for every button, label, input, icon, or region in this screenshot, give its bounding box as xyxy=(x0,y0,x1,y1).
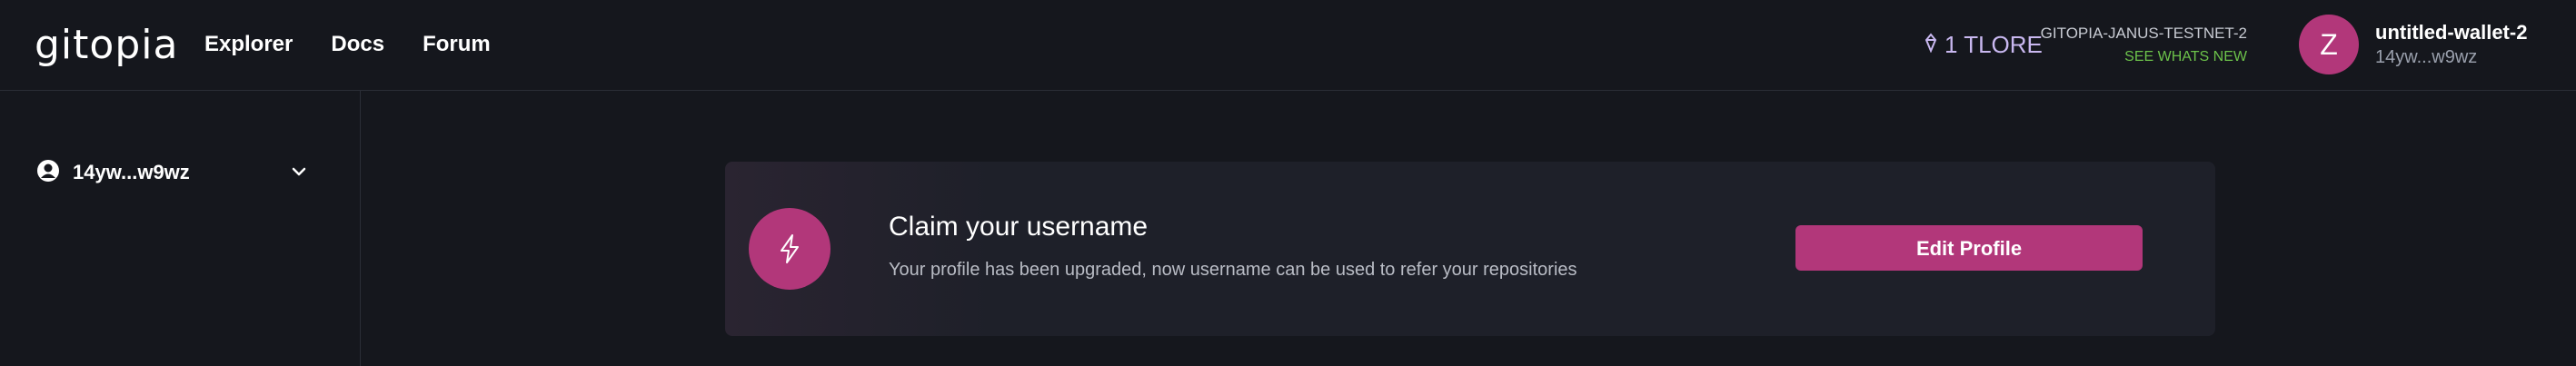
account-selector[interactable]: 14yw...w9wz xyxy=(36,156,309,189)
wallet-address: 14yw...w9wz xyxy=(2375,47,2478,67)
see-whats-new-link[interactable]: SEE WHATS NEW xyxy=(2041,47,2247,67)
claim-username-card: Claim your username Your profile has bee… xyxy=(725,162,2215,336)
token-balance[interactable]: 1 TLORE xyxy=(1925,31,2043,58)
card-description: Your profile has been upgraded, now user… xyxy=(889,260,1577,280)
network-info: GITOPIA-JANUS-TESTNET-2 SEE WHATS NEW xyxy=(2041,24,2247,67)
balance-amount: 1 TLORE xyxy=(1944,31,2043,58)
network-name: GITOPIA-JANUS-TESTNET-2 xyxy=(2040,25,2247,42)
avatar[interactable]: Z xyxy=(2299,15,2359,74)
sidebar: 14yw...w9wz xyxy=(0,91,361,366)
edit-profile-button[interactable]: Edit Profile xyxy=(1795,225,2143,271)
chevron-down-icon[interactable] xyxy=(289,162,309,186)
nav-forum-link[interactable]: Forum xyxy=(423,31,491,58)
main-nav: Explorer Docs Forum xyxy=(204,31,491,58)
nav-docs-link[interactable]: Docs xyxy=(331,31,384,58)
gitopia-logo[interactable]: gitopia xyxy=(35,25,178,65)
card-title: Claim your username xyxy=(889,212,1149,242)
token-icon xyxy=(1925,31,1937,58)
wallet-name: untitled-wallet-2 xyxy=(2375,21,2528,44)
wallet-info[interactable]: untitled-wallet-2 14yw...w9wz xyxy=(2375,20,2527,69)
top-header: gitopia Explorer Docs Forum 1 TLORE GITO… xyxy=(0,0,2576,91)
lightning-bolt-icon xyxy=(749,208,830,290)
account-label: 14yw...w9wz xyxy=(73,161,190,183)
logo-text: gitopia xyxy=(35,22,179,68)
user-circle-icon xyxy=(36,159,60,187)
nav-explorer-link[interactable]: Explorer xyxy=(204,31,293,58)
